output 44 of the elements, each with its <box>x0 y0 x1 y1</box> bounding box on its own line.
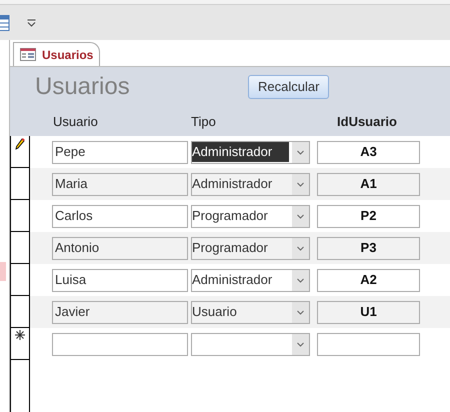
type-combo-box[interactable]: Programador <box>191 204 310 228</box>
caret-icon[interactable] <box>292 206 309 226</box>
user-field[interactable]: Carlos <box>52 204 188 228</box>
type-combo-box[interactable] <box>191 332 310 356</box>
caret-icon[interactable] <box>292 270 309 290</box>
type-combo-box[interactable]: Administrador <box>191 268 310 292</box>
type-combo-box[interactable]: Programador <box>191 236 310 260</box>
column-header: Usuario <box>53 112 99 131</box>
form-title: Usuarios <box>35 72 131 102</box>
user-field[interactable]: Luisa <box>52 268 188 292</box>
table-icon[interactable] <box>0 14 10 30</box>
id-field[interactable]: A3 <box>317 140 420 164</box>
caret-icon[interactable] <box>292 142 309 162</box>
caret-icon[interactable] <box>292 302 309 322</box>
id-field[interactable]: P2 <box>317 204 420 228</box>
id-field[interactable]: A1 <box>317 172 420 196</box>
user-field[interactable]: Pepe <box>52 140 188 164</box>
id-field[interactable]: P3 <box>317 236 420 260</box>
document-tab[interactable]: Usuarios <box>13 42 100 66</box>
record-selector[interactable] <box>10 296 30 328</box>
type-combo-box[interactable]: Usuario <box>191 300 310 324</box>
dropdown-icon[interactable] <box>27 18 36 26</box>
asterisk-icon <box>15 330 25 340</box>
recalculate-button[interactable]: Recalcular <box>248 75 330 99</box>
user-field[interactable]: Maria <box>52 172 188 196</box>
column-header: Tipo <box>191 112 217 131</box>
record-selector[interactable] <box>10 328 30 360</box>
id-field[interactable] <box>317 332 420 356</box>
user-field[interactable]: Javier <box>52 300 188 324</box>
id-field[interactable]: A2 <box>317 268 420 292</box>
form-icon <box>20 48 36 61</box>
type-combo-box[interactable]: Administrador <box>191 140 310 164</box>
pencil-icon <box>15 138 25 150</box>
id-field[interactable]: U1 <box>317 300 420 324</box>
caret-icon[interactable] <box>292 174 309 194</box>
user-field[interactable] <box>52 332 188 356</box>
caret-icon[interactable] <box>292 334 309 354</box>
column-header: IdUsuario <box>336 112 398 131</box>
type-combo-box[interactable]: Administrador <box>191 172 310 196</box>
record-selector[interactable] <box>10 136 30 168</box>
record-selector[interactable] <box>10 168 30 200</box>
caret-icon[interactable] <box>292 238 309 258</box>
record-selector[interactable] <box>10 232 30 264</box>
user-field[interactable]: Antonio <box>52 236 188 260</box>
